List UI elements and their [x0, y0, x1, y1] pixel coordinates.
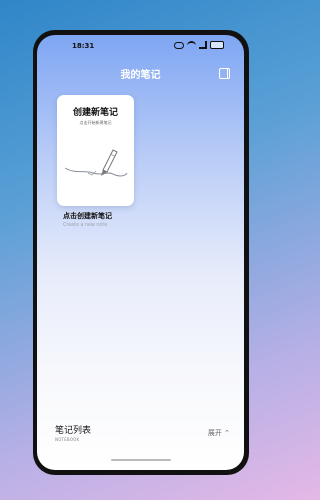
expand-button[interactable]: 展开 ⌃	[208, 428, 230, 438]
home-indicator[interactable]	[111, 459, 171, 461]
status-bar: 18:31	[37, 35, 244, 57]
wifi-icon	[187, 41, 196, 49]
pen-illustration-icon	[64, 149, 128, 177]
card-name: 点击创建新笔记	[63, 212, 112, 220]
battery-icon	[210, 41, 224, 49]
card-description: Create a new note	[63, 223, 108, 228]
status-time: 18:31	[72, 42, 95, 50]
card-cover-subtitle: 点击开始新建笔记	[79, 120, 112, 125]
status-icons	[174, 41, 224, 49]
sidebar-icon[interactable]	[219, 68, 230, 79]
new-note-card[interactable]: 创建新笔记 点击开始新建笔记	[57, 95, 134, 206]
app-screen: 18:31 我的笔记 创建新笔记 点击开始新建笔记 点击创建新笔记 Create…	[37, 35, 244, 470]
eye-icon	[174, 41, 184, 49]
app-header: 我的笔记	[37, 63, 244, 83]
signal-icon	[199, 41, 207, 49]
card-cover-title: 创建新笔记	[72, 108, 118, 118]
page-title: 我的笔记	[120, 70, 161, 81]
